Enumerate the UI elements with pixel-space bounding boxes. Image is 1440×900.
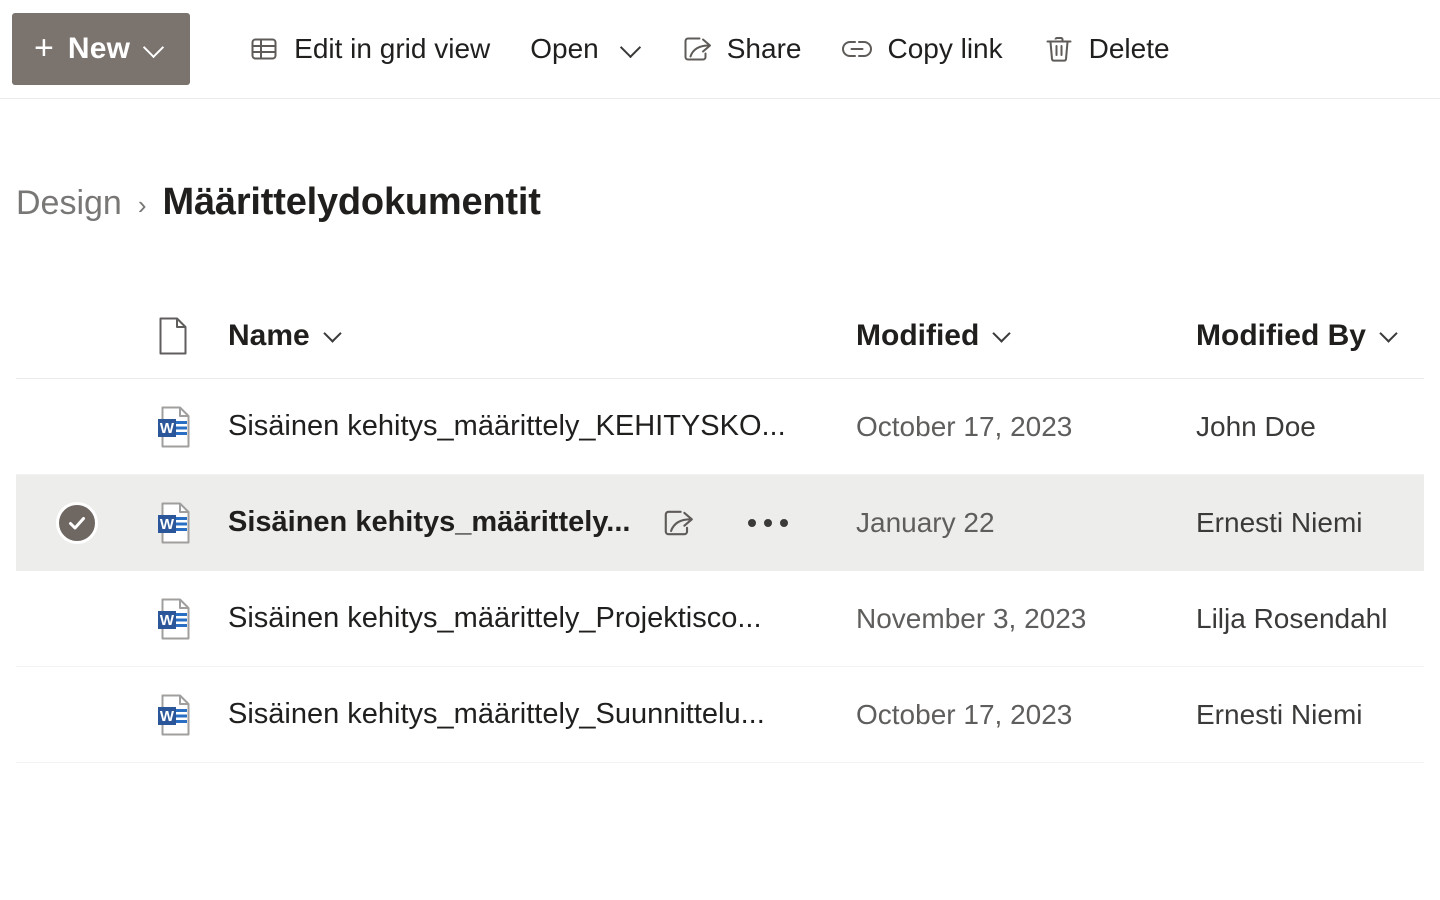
share-icon [681,33,713,65]
file-type-cell: W [138,693,228,737]
modified-by-name: John Doe [1196,411,1316,442]
modified-by-cell: Ernesti Niemi [1196,699,1424,731]
file-name-cell[interactable]: Sisäinen kehitys_määrittely_Projektisco.… [228,602,856,635]
word-document-icon: W [156,693,194,737]
modified-date: January 22 [856,507,995,538]
open-button[interactable]: Open [510,13,661,85]
plus-icon: + [34,31,54,65]
edit-in-grid-view-label: Edit in grid view [294,33,490,65]
page-title: Määrittelydokumentit [163,181,541,224]
edit-in-grid-view-button[interactable]: Edit in grid view [228,13,510,85]
modified-by-cell: John Doe [1196,411,1424,443]
modified-by-cell: Ernesti Niemi [1196,507,1424,539]
command-bar-items: Edit in grid view Open Share [228,13,1189,85]
column-header-name[interactable]: Name [228,319,856,353]
column-header-name-label: Name [228,319,310,353]
word-document-icon: W [156,405,194,449]
document-icon [156,316,190,356]
file-name-link[interactable]: Sisäinen kehitys_määrittely... [228,506,630,539]
row-actions [656,501,790,545]
word-document-icon: W [156,501,194,545]
file-list: Name Modified Modified By [0,293,1440,763]
trash-icon [1043,33,1075,65]
row-share-icon[interactable] [656,501,700,545]
modified-by-name: Ernesti Niemi [1196,507,1362,538]
chevron-down-icon [324,326,344,346]
table-row[interactable]: W Sisäinen kehitys_määrittely... [16,475,1424,571]
file-type-cell: W [138,501,228,545]
modified-cell: October 17, 2023 [856,699,1196,731]
file-type-cell: W [138,597,228,641]
copy-link-label: Copy link [887,33,1002,65]
more-options-icon[interactable] [746,501,790,545]
svg-text:W: W [160,612,175,629]
modified-by-name: Lilja Rosendahl [1196,603,1387,634]
breadcrumb-separator-icon: › [138,190,147,221]
share-button[interactable]: Share [661,13,822,85]
chevron-down-icon [993,326,1013,346]
row-select-checkbox[interactable] [16,502,138,544]
list-header-row: Name Modified Modified By [16,293,1424,379]
table-row[interactable]: W Sisäinen kehitys_määrittely_Suunnittel… [16,667,1424,763]
chevron-down-icon [1380,326,1400,346]
modified-date: October 17, 2023 [856,411,1072,442]
modified-date: October 17, 2023 [856,699,1072,730]
file-name-link[interactable]: Sisäinen kehitys_määrittely_Suunnittelu.… [228,698,765,731]
file-type-cell: W [138,405,228,449]
delete-button[interactable]: Delete [1023,13,1190,85]
modified-cell: October 17, 2023 [856,411,1196,443]
column-header-modified-by-label: Modified By [1196,319,1366,353]
ellipsis-dots [748,519,788,527]
modified-cell: November 3, 2023 [856,603,1196,635]
file-name-cell[interactable]: Sisäinen kehitys_määrittely_KEHITYSKO... [228,410,856,443]
file-name-link[interactable]: Sisäinen kehitys_määrittely_Projektisco.… [228,602,762,635]
table-row[interactable]: W Sisäinen kehitys_määrittely_Projektisc… [16,571,1424,667]
breadcrumb: Design › Määrittelydokumentit [0,181,1440,235]
file-name-cell[interactable]: Sisäinen kehitys_määrittely_Suunnittelu.… [228,698,856,731]
column-header-modified-by[interactable]: Modified By [1196,319,1424,353]
column-header-modified-label: Modified [856,319,979,353]
copy-link-button[interactable]: Copy link [821,13,1022,85]
grid-view-icon [248,33,280,65]
new-button-label: New [68,32,130,66]
link-icon [841,33,873,65]
checkmark-circle-icon[interactable] [56,502,98,544]
breadcrumb-item-design[interactable]: Design [16,184,122,223]
word-document-icon: W [156,597,194,641]
file-name-cell[interactable]: Sisäinen kehitys_määrittely... [228,501,856,545]
chevron-down-icon [621,39,641,59]
modified-by-cell: Lilja Rosendahl [1196,603,1424,635]
file-name-link[interactable]: Sisäinen kehitys_määrittely_KEHITYSKO... [228,410,786,443]
column-header-file-type[interactable] [138,316,228,356]
table-row[interactable]: W Sisäinen kehitys_määrittely_KEHITYSKO.… [16,379,1424,475]
modified-cell: January 22 [856,507,1196,539]
svg-text:W: W [160,516,175,533]
new-button[interactable]: + New [12,13,190,85]
command-bar: + New Edit in grid view Open [0,0,1440,99]
modified-by-name: Ernesti Niemi [1196,699,1362,730]
delete-label: Delete [1089,33,1170,65]
open-label: Open [530,33,599,65]
chevron-down-icon [144,39,164,59]
share-label: Share [727,33,802,65]
svg-text:W: W [160,420,175,437]
modified-date: November 3, 2023 [856,603,1086,634]
svg-text:W: W [160,708,175,725]
column-header-modified[interactable]: Modified [856,319,1196,353]
